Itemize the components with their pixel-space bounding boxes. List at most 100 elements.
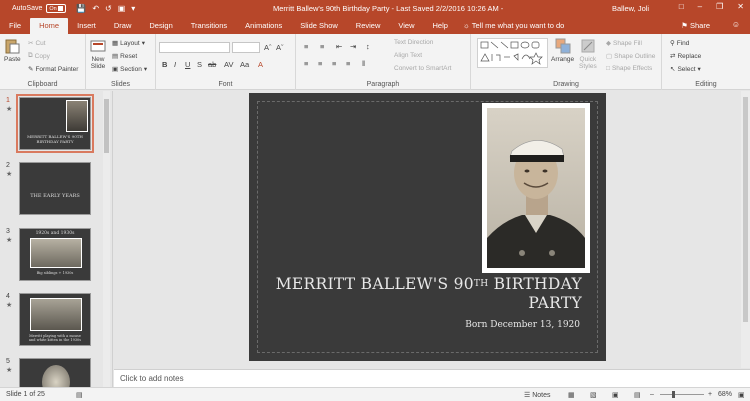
new-slide-button[interactable]: New Slide — [90, 38, 106, 70]
tab-review[interactable]: Review — [347, 18, 390, 34]
text-direction-button[interactable]: Text Direction — [394, 39, 433, 46]
effects-icon: □ — [606, 65, 610, 72]
share-button[interactable]: ⚑ Share — [681, 21, 710, 30]
format-painter-button[interactable]: ✎ Format Painter — [28, 65, 78, 74]
tab-insert[interactable]: Insert — [68, 18, 105, 34]
tab-draw[interactable]: Draw — [105, 18, 141, 34]
redo-icon[interactable]: ↺ — [105, 4, 112, 13]
shape-fill-button[interactable]: ◆ Shape Fill — [606, 39, 642, 48]
slideshow-icon[interactable]: ▣ — [118, 4, 126, 13]
italic-icon[interactable]: I — [174, 60, 176, 69]
spacing-icon[interactable]: AV — [224, 60, 233, 69]
fit-slide-icon[interactable]: ▣ — [738, 391, 745, 399]
align-text-button[interactable]: Align Text — [394, 52, 422, 59]
layout-button[interactable]: ▦ Layout ▾ — [112, 39, 145, 48]
reset-button[interactable]: ▤ Reset — [112, 52, 137, 61]
justify-icon[interactable]: ≡ — [346, 59, 350, 68]
undo-icon[interactable]: ↶ — [92, 4, 99, 13]
select-button[interactable]: ↖ Select ▾ — [670, 65, 701, 74]
user-name[interactable]: Ballew, Joli — [612, 4, 649, 13]
columns-icon[interactable]: ‖ — [362, 59, 365, 68]
bullets-icon[interactable]: ≡ — [304, 42, 308, 51]
current-slide[interactable]: MERRITT BALLEW'S 90TH BIRTHDAY PARTY Bor… — [249, 93, 606, 361]
customize-icon[interactable]: ▾ — [131, 4, 135, 13]
slides-label: Slides — [110, 81, 131, 88]
photo-thumb — [66, 100, 88, 132]
cut-button[interactable]: ✂ Cut — [28, 39, 46, 48]
find-button[interactable]: ⚲ Find — [670, 39, 689, 48]
close-icon[interactable]: ✕ — [737, 2, 744, 11]
font-color-icon[interactable]: A — [258, 60, 263, 69]
shape-effects-button[interactable]: □ Shape Effects — [606, 65, 652, 72]
tab-view[interactable]: View — [389, 18, 423, 34]
tab-design[interactable]: Design — [140, 18, 181, 34]
replace-button[interactable]: ⇄ Replace — [670, 52, 701, 61]
font-name-box[interactable] — [159, 42, 230, 53]
minimize-icon[interactable]: – — [698, 2, 702, 11]
tab-animations[interactable]: Animations — [236, 18, 291, 34]
shrink-font-icon[interactable]: Aˇ — [276, 43, 284, 52]
tell-me-search[interactable]: ☼ Tell me what you want to do — [463, 18, 564, 34]
section-button[interactable]: ▣ Section ▾ — [112, 65, 147, 74]
zoom-out-icon[interactable]: – — [650, 391, 654, 398]
slide-title[interactable]: MERRITT BALLEW'S 90TH BIRTHDAY PARTY — [269, 275, 582, 313]
zoom-slider-thumb[interactable] — [672, 391, 675, 398]
zoom-slider[interactable] — [660, 391, 704, 398]
quick-styles-button[interactable]: Quick Styles — [579, 38, 597, 70]
grow-font-icon[interactable]: Aˆ — [264, 43, 272, 52]
ribbon-display-icon[interactable]: □ — [679, 2, 684, 11]
zoom-in-icon[interactable]: + — [708, 391, 712, 398]
smartart-button[interactable]: Convert to SmartArt — [394, 65, 451, 72]
slide-thumbnail-2[interactable]: THE EARLY YEARS — [19, 162, 91, 215]
save-icon[interactable]: 💾 — [76, 4, 86, 13]
tab-file[interactable]: File — [0, 18, 30, 34]
change-case-icon[interactable]: Aa — [240, 60, 249, 69]
bold-icon[interactable]: B — [162, 60, 167, 69]
status-bar: Slide 1 of 25 ▤ ☰ Notes ▦ ▧ ▣ ▤ – + 68% … — [0, 387, 750, 401]
clipboard-group: Paste ✂ Cut ⧉ Copy ✎ Format Painter Clipboa… — [0, 34, 86, 90]
slide-thumbnail-pane: 1 ★ MERRITT BALLEW'S 90TH BIRTHDAY PARTY… — [0, 91, 113, 387]
paste-button[interactable]: Paste — [4, 38, 21, 63]
notes-pane[interactable]: Click to add notes — [114, 369, 750, 387]
zoom-level[interactable]: 68% — [718, 391, 732, 398]
numbering-icon[interactable]: ≡ — [320, 42, 324, 51]
feedback-icon[interactable]: ☺ — [732, 20, 740, 29]
copy-button[interactable]: ⧉ Copy — [28, 52, 50, 60]
notes-button[interactable]: ☰ Notes — [524, 391, 551, 399]
slide-thumbnail-5[interactable] — [19, 358, 91, 387]
thumb-number: 3 — [6, 228, 10, 235]
slide-scrollbar[interactable] — [741, 91, 750, 368]
slide-subtitle[interactable]: Born December 13, 1920 — [269, 320, 580, 330]
shapes-gallery[interactable] — [477, 38, 548, 68]
thumb-title: 1920s and 1930s — [35, 231, 75, 236]
tab-help[interactable]: Help — [424, 18, 457, 34]
tab-slide-show[interactable]: Slide Show — [291, 18, 347, 34]
normal-view-icon[interactable]: ▦ — [568, 391, 575, 399]
thumbnail-scrollbar[interactable] — [103, 91, 110, 387]
shadow-icon[interactable]: S — [197, 60, 202, 69]
slideshow-view-icon[interactable]: ▤ — [634, 391, 641, 399]
tab-home[interactable]: Home — [30, 18, 69, 34]
portrait-photo[interactable] — [482, 103, 590, 273]
line-spacing-icon[interactable]: ↕ — [366, 42, 370, 51]
strikethrough-icon[interactable]: ab — [208, 60, 216, 69]
shape-outline-button[interactable]: ▢ Shape Outline — [606, 52, 655, 61]
autosave-toggle[interactable]: On — [46, 4, 67, 13]
slide-thumbnail-1[interactable]: MERRITT BALLEW'S 90TH BIRTHDAY PARTY — [16, 94, 94, 153]
increase-indent-icon[interactable]: ⇥ — [350, 42, 356, 51]
title-bar: AutoSave On 💾 ↶ ↺ ▣ ▾ Merritt Ballew's 9… — [0, 0, 750, 17]
align-center-icon[interactable]: ≡ — [318, 59, 322, 68]
slide-thumbnail-3[interactable]: 1920s and 1930s Big siblings + 1930s — [19, 228, 91, 281]
slide-sorter-icon[interactable]: ▧ — [590, 391, 597, 399]
underline-icon[interactable]: U — [185, 60, 190, 69]
maximize-icon[interactable]: ❐ — [716, 2, 723, 11]
decrease-indent-icon[interactable]: ⇤ — [336, 42, 342, 51]
spellcheck-icon[interactable]: ▤ — [76, 391, 83, 399]
align-left-icon[interactable]: ≡ — [304, 59, 308, 68]
tab-transitions[interactable]: Transitions — [182, 18, 236, 34]
arrange-button[interactable]: Arrange — [551, 38, 574, 63]
font-size-box[interactable] — [232, 42, 260, 53]
align-right-icon[interactable]: ≡ — [332, 59, 336, 68]
slide-thumbnail-4[interactable]: Merritt playing with a mouse and white k… — [19, 293, 91, 346]
reading-view-icon[interactable]: ▣ — [612, 391, 619, 399]
